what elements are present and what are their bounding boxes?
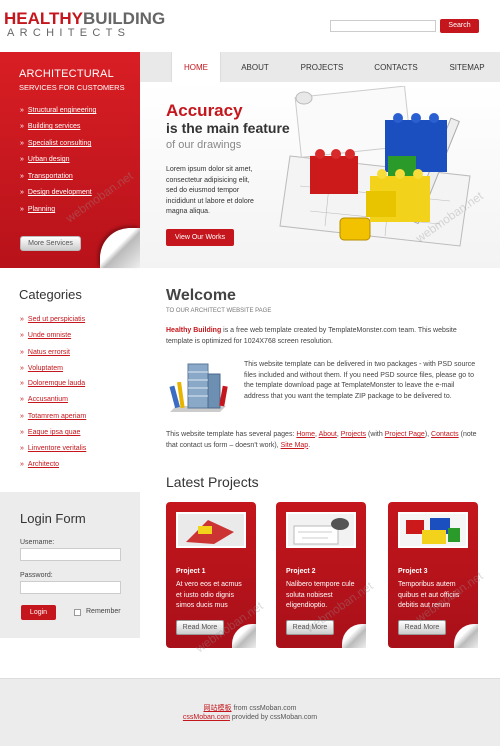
service-link[interactable]: Transportation [20, 173, 73, 180]
service-link[interactable]: Specialist consulting [20, 140, 91, 147]
project-text: At vero eos et acmus et iusto odio digni… [176, 581, 242, 609]
service-link[interactable]: Urban design [20, 156, 70, 163]
latest-projects-title: Latest Projects [166, 474, 259, 490]
page-curl-decoration [342, 624, 366, 648]
search-button[interactable]: Search [440, 19, 479, 33]
welcome-pages-text: This website template has several pages:… [166, 431, 477, 449]
link-contacts[interactable]: Contacts [431, 431, 459, 438]
nav-sitemap[interactable]: SITEMAP [440, 52, 494, 82]
pages-with: (with [366, 431, 385, 438]
project-image[interactable] [398, 512, 468, 548]
banner-text: Lorem ipsum dolor sit amet, consectetur … [166, 166, 254, 215]
page-curl-decoration [454, 624, 478, 648]
password-label: Password: [20, 572, 53, 579]
project-card: Project 3 Temporibus autem quibus et aut… [388, 502, 478, 648]
login-button[interactable]: Login [21, 605, 56, 620]
category-link[interactable]: Eaque ipsa quae [20, 429, 81, 436]
category-link[interactable]: Totamrem aperiam [20, 413, 86, 420]
login-title: Login Form [20, 511, 86, 526]
project-name: Project 3 [398, 568, 428, 575]
link-site-map[interactable]: Site Map [281, 442, 309, 449]
project-name: Project 2 [286, 568, 316, 575]
category-link[interactable]: Sed ut perspiciatis [20, 316, 85, 323]
pages-intro: This website template has several pages: [166, 431, 297, 438]
categories-title: Categories [19, 287, 82, 302]
logo-red-text: HEALTHY [4, 9, 84, 28]
nav-projects[interactable]: PROJECTS [290, 52, 354, 82]
remember-checkbox[interactable] [74, 609, 81, 616]
footer-link[interactable]: 网站模板 [204, 705, 232, 712]
category-link[interactable]: Natus errorsit [20, 349, 70, 356]
welcome-subtitle: TO OUR ARCHITECT WEBSITE PAGE [166, 308, 272, 314]
building-illustration [169, 363, 228, 412]
category-link[interactable]: Linventore veritalis [20, 445, 86, 452]
username-field[interactable] [20, 548, 121, 561]
welcome-intro: Healthy Building is a free web template … [166, 326, 480, 347]
search-input[interactable] [330, 20, 436, 32]
nav-home[interactable]: HOME [171, 52, 221, 82]
service-link[interactable]: Planning [20, 206, 55, 213]
footer-text: provided by cssMoban.com [229, 714, 318, 721]
welcome-title: Welcome [166, 287, 236, 304]
password-field[interactable] [20, 581, 121, 594]
more-services-button[interactable]: More Services [20, 236, 81, 251]
logo-grey-text: BUILDING [83, 9, 166, 28]
category-link[interactable]: Architecto [20, 461, 59, 468]
footer-line-2: cssMoban.com provided by cssMoban.com [0, 714, 500, 721]
project-image[interactable] [176, 512, 246, 548]
project-image[interactable] [286, 512, 356, 548]
view-our-works-button[interactable]: View Our Works [166, 229, 234, 246]
project-name: Project 1 [176, 568, 206, 575]
nav-contacts[interactable]: CONTACTS [362, 52, 430, 82]
link-project-page[interactable]: Project Page [385, 431, 425, 438]
link-home[interactable]: Home [296, 431, 315, 438]
category-link[interactable]: Doloremque lauda [20, 380, 85, 387]
services-subtitle: SERVICES FOR CUSTOMERS [19, 83, 125, 92]
nav-about[interactable]: ABOUT [226, 52, 284, 82]
link-about[interactable]: About [319, 431, 337, 438]
banner-headline: Accuracy [166, 101, 243, 120]
services-title: ARCHITECTURAL [19, 68, 114, 80]
brand-name: Healthy Building [166, 327, 222, 334]
logo-subtitle: ARCHITECTS [7, 27, 131, 39]
category-link[interactable]: Voluptatem [20, 365, 63, 372]
username-label: Username: [20, 539, 55, 546]
banner-illustration [279, 86, 471, 247]
footer-link[interactable]: cssMoban.com [183, 714, 230, 721]
category-link[interactable]: Accusantium [20, 396, 68, 403]
service-link[interactable]: Design development [20, 189, 92, 196]
logo[interactable]: HEALTHYBUILDING [4, 9, 165, 29]
service-link[interactable]: Structural engineering [20, 107, 97, 114]
banner-tagline: of our drawings [166, 139, 242, 151]
service-link[interactable]: Building services [20, 123, 81, 130]
footer-text: from cssMoban.com [231, 705, 297, 712]
link-projects[interactable]: Projects [341, 431, 366, 438]
welcome-packages-text: This website template can be delivered i… [244, 361, 476, 400]
remember-label: Remember [86, 608, 121, 615]
category-link[interactable]: Unde omniste [20, 332, 71, 339]
footer-line-1: 网站模板 from cssMoban.com [0, 703, 500, 713]
